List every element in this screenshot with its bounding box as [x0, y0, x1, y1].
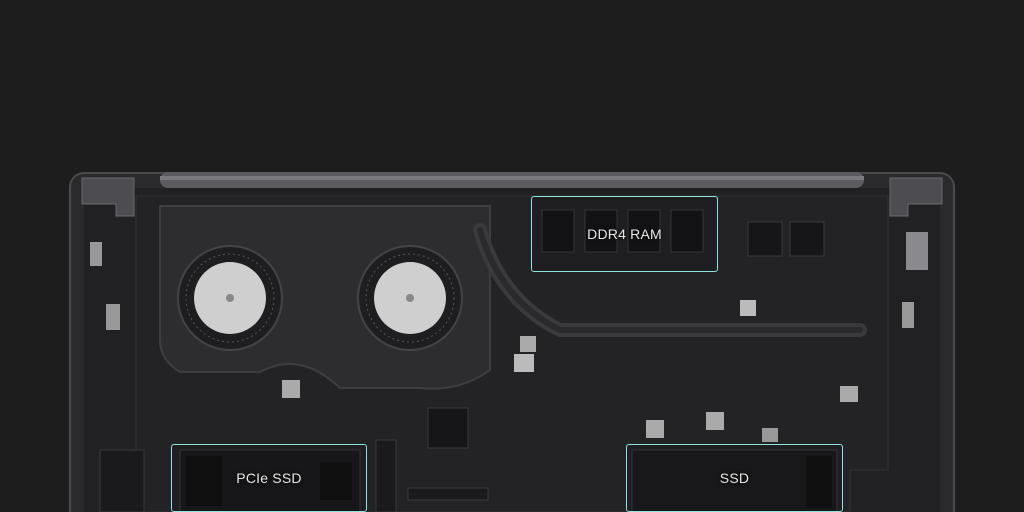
ssd-label: SSD [719, 470, 750, 486]
laptop-internals-scene: DDR4 RAM PCIe SSD SSD [0, 0, 1024, 512]
fan-icon [177, 245, 283, 351]
ddr4-ram-callout: DDR4 RAM [531, 196, 718, 272]
laptop-mainboard-illustration [69, 172, 955, 512]
ssd-callout: SSD [626, 444, 843, 512]
pcie-ssd-label: PCIe SSD [236, 470, 302, 486]
fan-icon [357, 245, 463, 351]
pcie-ssd-callout: PCIe SSD [171, 444, 367, 512]
ddr4-ram-label: DDR4 RAM [587, 226, 662, 242]
